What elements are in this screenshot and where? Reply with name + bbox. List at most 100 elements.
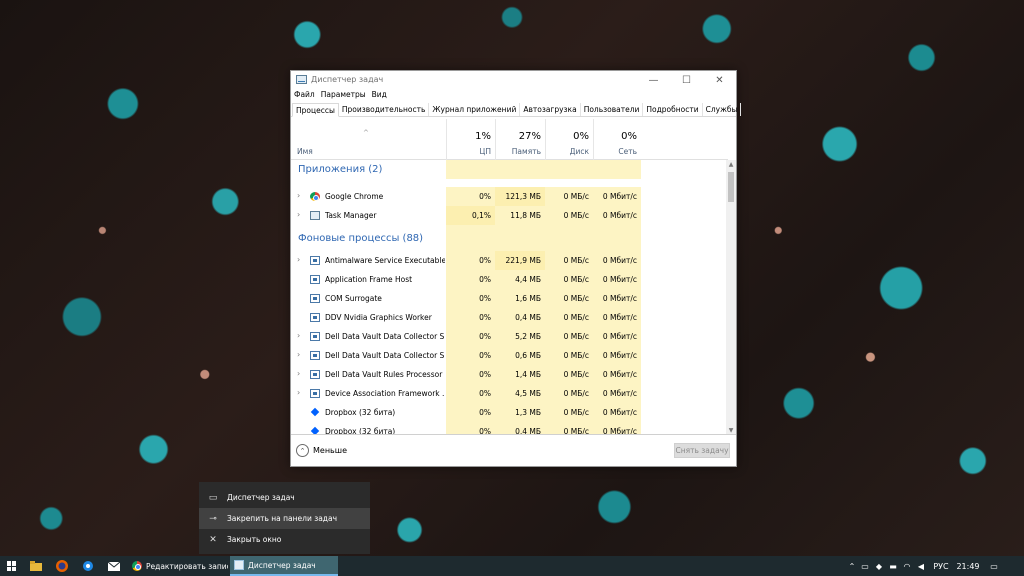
process-name: Dell Data Vault Data Collector S... xyxy=(325,351,445,360)
process-disk: 0 МБ/с xyxy=(545,308,593,327)
process-network: 0 Мбит/с xyxy=(593,187,641,206)
window-title: Диспетчер задач xyxy=(311,75,384,84)
end-task-button[interactable]: Снять задачу xyxy=(674,443,730,458)
file-explorer-button[interactable] xyxy=(24,556,48,576)
dropbox-icon xyxy=(310,408,320,417)
taskbar: Редактировать запис... Диспетчер задач ⌃… xyxy=(0,556,1024,576)
process-memory: 4,4 МБ xyxy=(495,270,545,289)
column-header-disk[interactable]: 0% Диск xyxy=(545,119,593,160)
tab-performance[interactable]: Производительность xyxy=(339,103,430,116)
close-button[interactable]: ✕ xyxy=(703,71,736,89)
expand-chevron-icon[interactable]: › xyxy=(297,350,300,359)
menu-options[interactable]: Параметры xyxy=(321,89,369,103)
process-row[interactable]: › Google Chrome 0% 121,3 МБ 0 МБ/с 0 Мби… xyxy=(291,187,728,206)
jumplist-pin-to-taskbar[interactable]: ⊸ Закрепить на панели задач xyxy=(199,508,370,529)
process-memory: 0,4 МБ xyxy=(495,308,545,327)
dropbox-tray-icon[interactable]: ◆ xyxy=(872,562,886,571)
process-network: 0 Мбит/с xyxy=(593,384,641,403)
fewer-details-button[interactable]: ⌃ Меньше xyxy=(296,444,347,457)
process-name: Application Frame Host xyxy=(325,275,413,284)
firefox-button[interactable] xyxy=(50,556,74,576)
process-disk: 0 МБ/с xyxy=(545,270,593,289)
process-memory: 1,3 МБ xyxy=(495,403,545,422)
taskbar-app-chrome[interactable]: Редактировать запис... xyxy=(128,556,228,576)
jumplist-close-window[interactable]: ✕ Закрыть окно xyxy=(199,529,370,550)
process-name: Dell Data Vault Data Collector S... xyxy=(325,332,445,341)
process-memory: 5,2 МБ xyxy=(495,327,545,346)
process-name: DDV Nvidia Graphics Worker xyxy=(325,313,432,322)
process-cpu: 0% xyxy=(446,327,495,346)
tab-startup[interactable]: Автозагрузка xyxy=(520,103,581,116)
process-name: Antimalware Service Executable xyxy=(325,256,445,265)
process-row[interactable]: COM Surrogate 0% 1,6 МБ 0 МБ/с 0 Мбит/с xyxy=(291,289,728,308)
process-name: Google Chrome xyxy=(325,192,384,201)
process-row[interactable]: DDV Nvidia Graphics Worker 0% 0,4 МБ 0 М… xyxy=(291,308,728,327)
process-disk: 0 МБ/с xyxy=(545,206,593,225)
process-row[interactable]: Application Frame Host 0% 4,4 МБ 0 МБ/с … xyxy=(291,270,728,289)
title-bar[interactable]: Диспетчер задач — ☐ ✕ xyxy=(291,71,736,89)
expand-chevron-icon[interactable]: › xyxy=(297,191,300,200)
clock[interactable]: 21:49 xyxy=(954,562,982,571)
service-icon xyxy=(310,332,320,341)
service-icon xyxy=(310,389,320,398)
expand-chevron-icon[interactable]: › xyxy=(297,255,300,264)
process-disk: 0 МБ/с xyxy=(545,365,593,384)
process-row[interactable]: › Antimalware Service Executable 0% 221,… xyxy=(291,251,728,270)
action-center-icon[interactable]: ▭ xyxy=(982,562,1006,571)
column-header-name[interactable]: Имя xyxy=(297,147,313,156)
jumplist-open-task-manager[interactable]: ▭ Диспетчер задач xyxy=(199,487,370,508)
process-row[interactable]: Dropbox (32 бита) 0% 1,3 МБ 0 МБ/с 0 Мби… xyxy=(291,403,728,422)
taskbar-app-button[interactable] xyxy=(76,556,100,576)
expand-chevron-icon[interactable]: › xyxy=(297,388,300,397)
process-disk: 0 МБ/с xyxy=(545,403,593,422)
tab-services[interactable]: Службы xyxy=(703,103,742,116)
process-row[interactable]: › Dell Data Vault Rules Processor 0% 1,4… xyxy=(291,365,728,384)
column-header-memory[interactable]: 27% Память xyxy=(495,119,545,160)
process-network: 0 Мбит/с xyxy=(593,308,641,327)
process-cpu: 0% xyxy=(446,187,495,206)
language-indicator[interactable]: РУС xyxy=(928,562,954,571)
menu-view[interactable]: Вид xyxy=(372,89,390,103)
window-icon xyxy=(310,275,320,284)
start-button[interactable] xyxy=(0,556,24,576)
firefox-icon xyxy=(56,560,68,572)
task-manager-icon xyxy=(234,560,244,570)
window-icon xyxy=(310,294,320,303)
process-row[interactable]: › Device Association Framework ... 0% 4,… xyxy=(291,384,728,403)
expand-chevron-icon[interactable]: › xyxy=(297,331,300,340)
column-header-network[interactable]: 0% Сеть xyxy=(593,119,641,160)
battery-icon[interactable]: ▬ xyxy=(886,562,900,571)
menu-file[interactable]: Файл xyxy=(294,89,318,103)
tab-processes[interactable]: Процессы xyxy=(292,103,339,117)
task-manager-icon xyxy=(310,211,320,220)
vertical-scrollbar[interactable]: ▲ ▼ xyxy=(726,160,736,436)
jumplist-item-label: Диспетчер задач xyxy=(227,493,295,502)
process-list: Приложения (2) › Google Chrome 0% 121,3 … xyxy=(291,160,738,436)
tab-users[interactable]: Пользователи xyxy=(581,103,644,116)
mail-button[interactable] xyxy=(102,556,126,576)
minimize-button[interactable]: — xyxy=(637,71,670,89)
process-row[interactable]: › Task Manager 0,1% 11,8 МБ 0 МБ/с 0 Мби… xyxy=(291,206,728,225)
process-name: Dell Data Vault Rules Processor xyxy=(325,370,443,379)
process-row[interactable]: › Dell Data Vault Data Collector S... 0%… xyxy=(291,327,728,346)
column-header-cpu[interactable]: 1% ЦП xyxy=(446,119,495,160)
process-row[interactable]: › Dell Data Vault Data Collector S... 0%… xyxy=(291,346,728,365)
system-tray: ⌃ ▭ ◆ ▬ ◠ ◀ РУС 21:49 ▭ xyxy=(846,556,1006,576)
chevron-up-icon[interactable]: ⌃ xyxy=(846,562,858,571)
app-icon xyxy=(83,561,93,571)
expand-chevron-icon[interactable]: › xyxy=(297,369,300,378)
taskbar-app-task-manager[interactable]: Диспетчер задач xyxy=(230,556,338,576)
process-cpu: 0% xyxy=(446,251,495,270)
scroll-up-arrow-icon[interactable]: ▲ xyxy=(726,160,736,170)
close-icon: ✕ xyxy=(209,534,217,545)
process-network: 0 Мбит/с xyxy=(593,206,641,225)
tablet-icon[interactable]: ▭ xyxy=(858,562,872,571)
maximize-button[interactable]: ☐ xyxy=(670,71,703,89)
volume-icon[interactable]: ◀ xyxy=(914,562,928,571)
scroll-thumb[interactable] xyxy=(728,172,734,202)
tab-details[interactable]: Подробности xyxy=(643,103,703,116)
process-cpu: 0% xyxy=(446,308,495,327)
wifi-icon[interactable]: ◠ xyxy=(900,562,914,571)
expand-chevron-icon[interactable]: › xyxy=(297,210,300,219)
tab-app-history[interactable]: Журнал приложений xyxy=(429,103,521,116)
